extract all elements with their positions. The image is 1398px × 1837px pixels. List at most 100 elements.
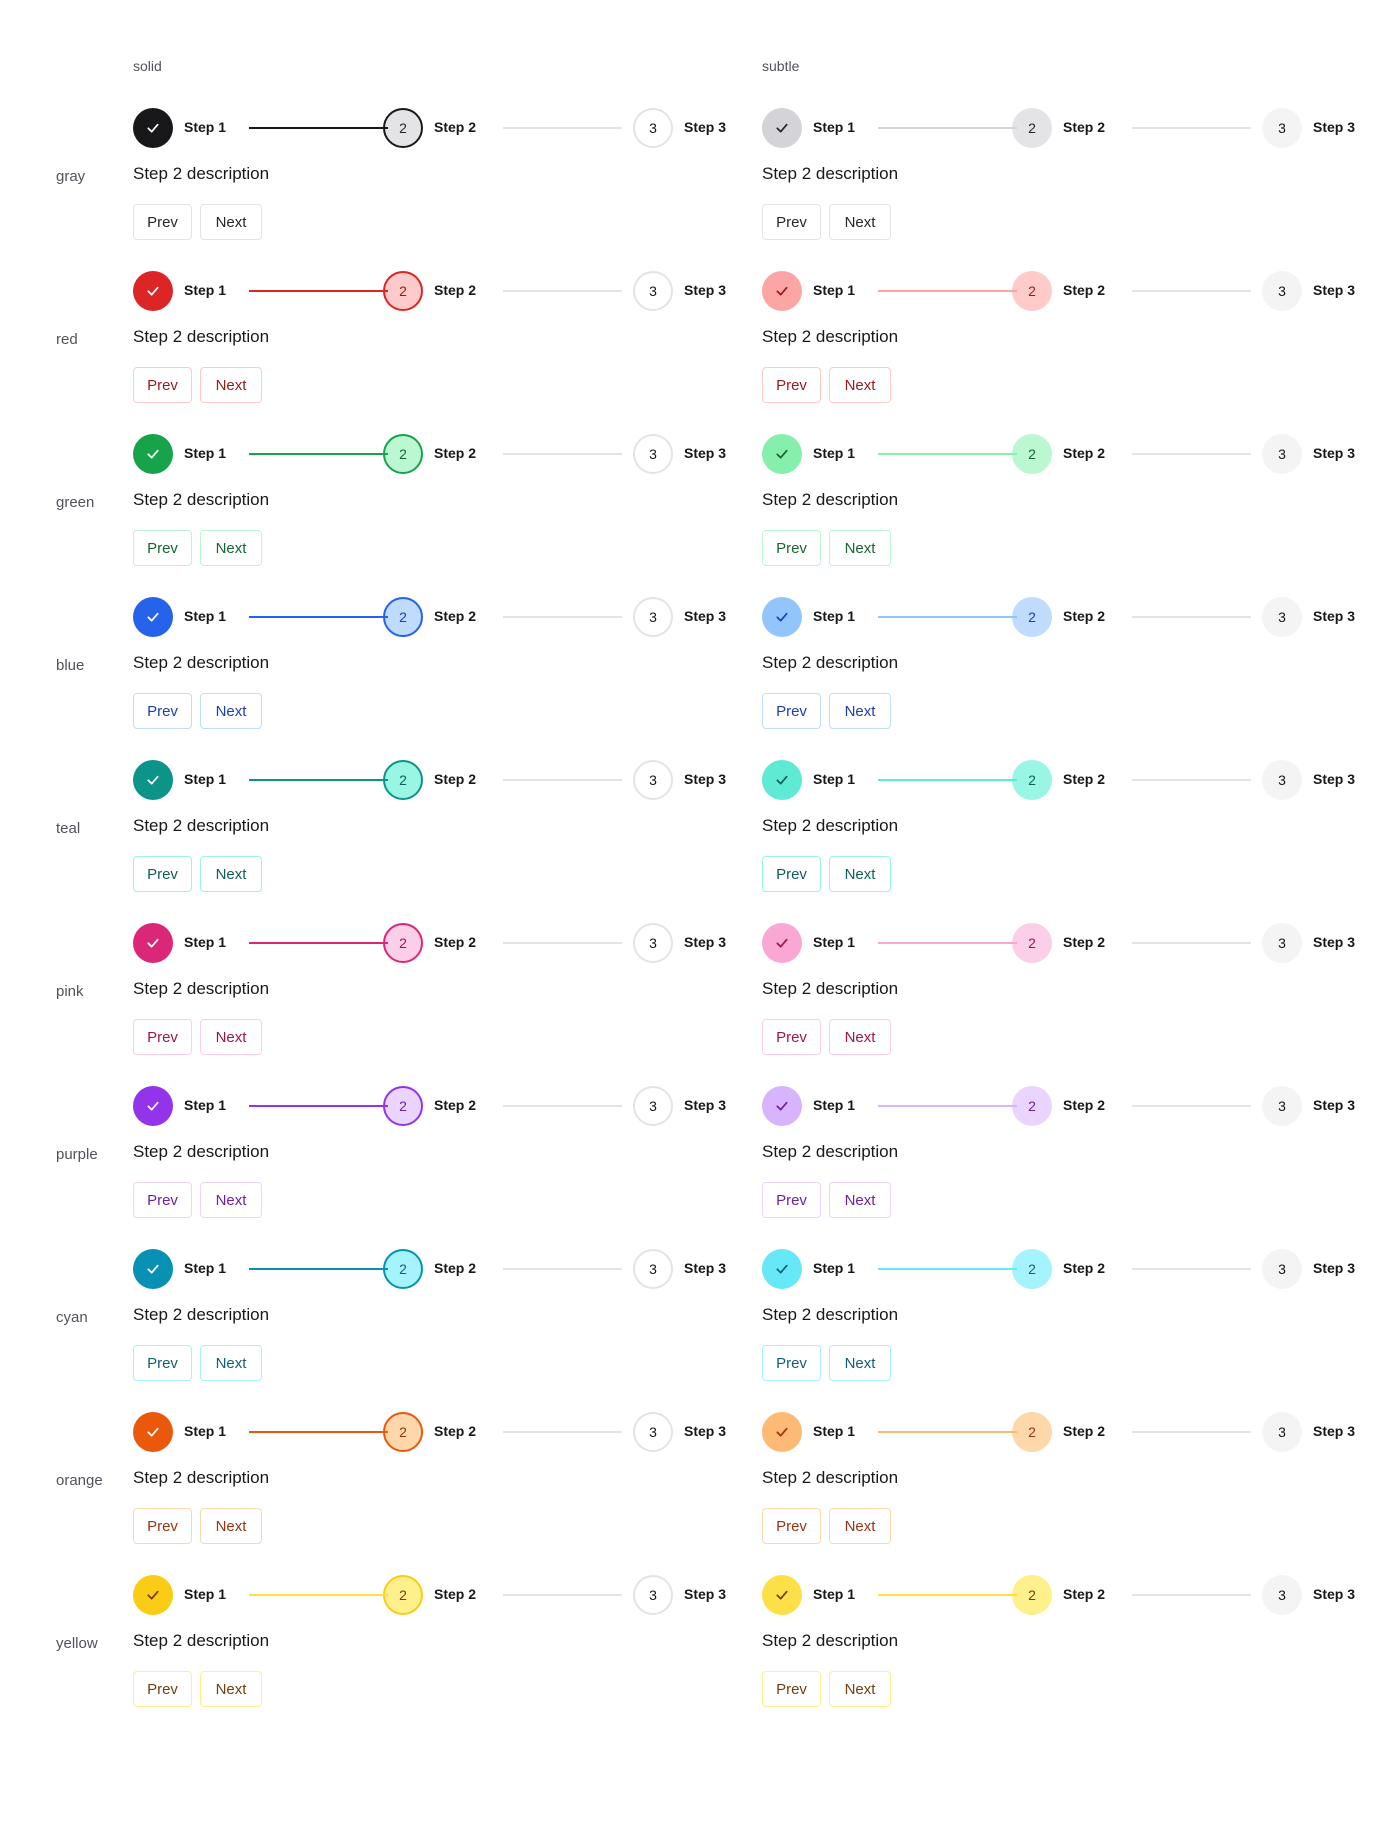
step-indicator-1[interactable] <box>762 760 802 800</box>
step-indicator-2[interactable]: 2 <box>1012 271 1052 311</box>
step-indicator-2[interactable]: 2 <box>1012 1412 1052 1452</box>
prev-button[interactable]: Prev <box>762 1508 821 1544</box>
step-indicator-3[interactable]: 3 <box>633 1086 673 1126</box>
step-indicator-3[interactable]: 3 <box>1262 1249 1302 1289</box>
next-button[interactable]: Next <box>829 1671 891 1707</box>
next-button[interactable]: Next <box>829 693 891 729</box>
step-indicator-1[interactable] <box>133 760 173 800</box>
next-button[interactable]: Next <box>829 1182 891 1218</box>
prev-button[interactable]: Prev <box>762 530 821 566</box>
next-button[interactable]: Next <box>200 1019 262 1055</box>
next-button[interactable]: Next <box>200 1182 262 1218</box>
step-indicator-2[interactable]: 2 <box>383 1249 423 1289</box>
prev-button[interactable]: Prev <box>133 856 192 892</box>
next-button[interactable]: Next <box>200 693 262 729</box>
step-indicator-3[interactable]: 3 <box>1262 760 1302 800</box>
step-indicator-2[interactable]: 2 <box>1012 1086 1052 1126</box>
next-button[interactable]: Next <box>829 1019 891 1055</box>
step-indicator-1[interactable] <box>133 271 173 311</box>
step-indicator-3[interactable]: 3 <box>1262 108 1302 148</box>
prev-button[interactable]: Prev <box>133 1182 192 1218</box>
step-indicator-3[interactable]: 3 <box>1262 1086 1302 1126</box>
step-indicator-1[interactable] <box>762 923 802 963</box>
step-indicator-1[interactable] <box>133 434 173 474</box>
prev-button[interactable]: Prev <box>762 693 821 729</box>
next-button[interactable]: Next <box>200 204 262 240</box>
next-button[interactable]: Next <box>200 530 262 566</box>
step-indicator-2[interactable]: 2 <box>383 108 423 148</box>
next-button[interactable]: Next <box>200 1345 262 1381</box>
prev-button[interactable]: Prev <box>133 530 192 566</box>
step-indicator-3[interactable]: 3 <box>633 1412 673 1452</box>
step-indicator-3[interactable]: 3 <box>633 923 673 963</box>
step-indicator-2[interactable]: 2 <box>383 597 423 637</box>
step-indicator-2[interactable]: 2 <box>1012 1249 1052 1289</box>
prev-button[interactable]: Prev <box>762 1671 821 1707</box>
prev-button[interactable]: Prev <box>762 1019 821 1055</box>
step-indicator-1[interactable] <box>762 1412 802 1452</box>
prev-button[interactable]: Prev <box>762 367 821 403</box>
step-indicator-3[interactable]: 3 <box>1262 597 1302 637</box>
step-indicator-3[interactable]: 3 <box>1262 1412 1302 1452</box>
step-indicator-1[interactable] <box>762 108 802 148</box>
prev-button[interactable]: Prev <box>133 1671 192 1707</box>
step-indicator-1[interactable] <box>133 923 173 963</box>
step-indicator-3[interactable]: 3 <box>633 1249 673 1289</box>
next-button[interactable]: Next <box>200 367 262 403</box>
step-indicator-1[interactable] <box>133 1575 173 1615</box>
prev-button[interactable]: Prev <box>762 1345 821 1381</box>
next-button[interactable]: Next <box>829 1345 891 1381</box>
prev-button[interactable]: Prev <box>133 693 192 729</box>
step-indicator-1[interactable] <box>133 1412 173 1452</box>
step-indicator-1[interactable] <box>762 1086 802 1126</box>
step-indicator-2[interactable]: 2 <box>1012 108 1052 148</box>
next-button[interactable]: Next <box>829 856 891 892</box>
next-button[interactable]: Next <box>829 1508 891 1544</box>
step-indicator-2[interactable]: 2 <box>383 1412 423 1452</box>
step-indicator-2[interactable]: 2 <box>383 923 423 963</box>
step-indicator-3[interactable]: 3 <box>633 434 673 474</box>
step-indicator-2[interactable]: 2 <box>1012 597 1052 637</box>
step-indicator-1[interactable] <box>133 1249 173 1289</box>
prev-button[interactable]: Prev <box>133 1508 192 1544</box>
step-indicator-1[interactable] <box>762 1249 802 1289</box>
step-indicator-1[interactable] <box>762 271 802 311</box>
step-indicator-3[interactable]: 3 <box>1262 434 1302 474</box>
step-indicator-3[interactable]: 3 <box>1262 923 1302 963</box>
step-indicator-3[interactable]: 3 <box>633 1575 673 1615</box>
prev-button[interactable]: Prev <box>133 367 192 403</box>
step-indicator-3[interactable]: 3 <box>633 108 673 148</box>
step-indicator-3[interactable]: 3 <box>633 760 673 800</box>
step-indicator-2[interactable]: 2 <box>383 271 423 311</box>
next-button[interactable]: Next <box>200 1671 262 1707</box>
next-button[interactable]: Next <box>200 1508 262 1544</box>
step-indicator-3[interactable]: 3 <box>633 597 673 637</box>
step-indicator-1[interactable] <box>133 1086 173 1126</box>
step-indicator-2[interactable]: 2 <box>383 760 423 800</box>
step-indicator-1[interactable] <box>133 597 173 637</box>
prev-button[interactable]: Prev <box>762 856 821 892</box>
prev-button[interactable]: Prev <box>133 1345 192 1381</box>
next-button[interactable]: Next <box>829 367 891 403</box>
step-indicator-3[interactable]: 3 <box>633 271 673 311</box>
step-indicator-2[interactable]: 2 <box>383 1575 423 1615</box>
step-indicator-1[interactable] <box>762 1575 802 1615</box>
prev-button[interactable]: Prev <box>762 1182 821 1218</box>
step-indicator-2[interactable]: 2 <box>1012 760 1052 800</box>
step-indicator-2[interactable]: 2 <box>1012 434 1052 474</box>
step-indicator-1[interactable] <box>762 597 802 637</box>
next-button[interactable]: Next <box>829 204 891 240</box>
step-indicator-1[interactable] <box>133 108 173 148</box>
step-indicator-2[interactable]: 2 <box>383 434 423 474</box>
prev-button[interactable]: Prev <box>133 1019 192 1055</box>
step-indicator-3[interactable]: 3 <box>1262 1575 1302 1615</box>
step-indicator-3[interactable]: 3 <box>1262 271 1302 311</box>
next-button[interactable]: Next <box>829 530 891 566</box>
step-indicator-2[interactable]: 2 <box>383 1086 423 1126</box>
step-indicator-2[interactable]: 2 <box>1012 923 1052 963</box>
step-indicator-1[interactable] <box>762 434 802 474</box>
next-button[interactable]: Next <box>200 856 262 892</box>
step-indicator-2[interactable]: 2 <box>1012 1575 1052 1615</box>
prev-button[interactable]: Prev <box>762 204 821 240</box>
prev-button[interactable]: Prev <box>133 204 192 240</box>
